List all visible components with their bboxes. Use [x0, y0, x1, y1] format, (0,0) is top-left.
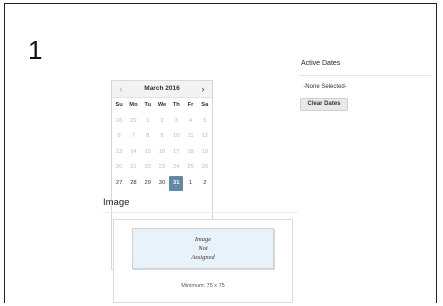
active-dates-empty-text: -None Selected- — [303, 84, 347, 90]
calendar-day[interactable]: 1 — [183, 176, 197, 192]
calendar-day[interactable]: 23 — [155, 160, 169, 176]
calendar-week-row: 27 28 29 30 31 1 2 — [112, 175, 212, 192]
calendar-day[interactable]: 27 — [112, 176, 126, 192]
calendar-day[interactable]: 18 — [183, 145, 197, 161]
image-placeholder-line: Not — [198, 245, 208, 252]
calendar-day[interactable]: 1 — [141, 114, 155, 130]
calendar-grid: Su Mo Tu We Th Fr Sa 28 29 1 2 3 4 5 6 7 8 9 10 11 12… — [112, 98, 212, 191]
calendar-day[interactable]: 5 — [198, 114, 212, 130]
calendar-day[interactable]: 14 — [126, 145, 140, 161]
calendar-day[interactable]: 30 — [155, 176, 169, 192]
image-placeholder[interactable]: Image Not Assigned — [132, 228, 274, 269]
calendar-month-title[interactable]: March 2016 — [128, 81, 196, 97]
calendar-day[interactable]: 16 — [155, 145, 169, 161]
calendar-day[interactable]: 28 — [126, 176, 140, 192]
active-dates-title: Active Dates — [301, 60, 341, 67]
calendar-day[interactable]: 9 — [155, 129, 169, 145]
image-section-divider — [103, 212, 298, 213]
weekday-label: We — [157, 102, 167, 108]
image-minimum-size-note: Minimum: 75 x 75 — [181, 283, 225, 289]
step-number: 1 — [28, 35, 43, 65]
weekday-label: Sa — [201, 102, 209, 108]
calendar-day[interactable]: 11 — [183, 129, 197, 145]
calendar-day[interactable]: 28 — [112, 114, 126, 130]
calendar-day[interactable]: 8 — [141, 129, 155, 145]
clear-dates-button[interactable]: Clear Dates — [300, 98, 348, 111]
calendar-day[interactable]: 3 — [169, 114, 183, 130]
calendar-day[interactable]: 24 — [169, 160, 183, 176]
calendar-day[interactable]: 2 — [198, 176, 212, 192]
weekday-label: Tu — [144, 102, 152, 108]
weekday-label: Fr — [187, 102, 194, 108]
calendar-day[interactable]: 29 — [141, 176, 155, 192]
weekday-label: Th — [172, 102, 180, 108]
calendar-week-row: 13 14 15 16 17 18 19 — [112, 145, 212, 161]
calendar-day[interactable]: 12 — [198, 129, 212, 145]
calendar-week-row: 20 21 22 23 24 25 26 — [112, 160, 212, 176]
active-dates-divider — [299, 75, 431, 76]
weekday-header-row: Su Mo Tu We Th Fr Sa — [112, 98, 212, 114]
calendar-day[interactable]: 15 — [141, 145, 155, 161]
calendar-day[interactable]: 25 — [183, 160, 197, 176]
calendar-day[interactable]: 29 — [126, 114, 140, 130]
calendar-day[interactable]: 22 — [141, 160, 155, 176]
weekday-label: Su — [115, 102, 123, 108]
calendar-day[interactable]: 17 — [169, 145, 183, 161]
calendar-day[interactable]: 10 — [169, 129, 183, 145]
next-month-button[interactable]: › — [196, 81, 210, 97]
weekday-label: Mo — [129, 102, 138, 108]
calendar-day[interactable]: 21 — [126, 160, 140, 176]
image-placeholder-line: Assigned — [191, 254, 215, 261]
image-section-heading: Image — [103, 197, 130, 208]
calendar-day[interactable]: 4 — [183, 114, 197, 130]
calendar-day[interactable]: 20 — [112, 160, 126, 176]
image-placeholder-line: Image — [194, 236, 212, 243]
previous-month-button[interactable]: ‹ — [114, 81, 128, 97]
calendar-day[interactable]: 19 — [198, 145, 212, 161]
calendar-day[interactable]: 13 — [112, 145, 126, 161]
calendar-day[interactable]: 26 — [198, 160, 212, 176]
calendar-day[interactable]: 6 — [112, 129, 126, 145]
calendar-day[interactable]: 7 — [126, 129, 140, 145]
calendar-day[interactable]: 2 — [155, 114, 169, 130]
calendar-week-row: 6 7 8 9 10 11 12 — [112, 129, 212, 145]
calendar-header: ‹ March 2016 › — [112, 81, 212, 98]
calendar-day-selected[interactable]: 31 — [169, 175, 184, 191]
calendar-week-row: 28 29 1 2 3 4 5 — [112, 114, 212, 130]
